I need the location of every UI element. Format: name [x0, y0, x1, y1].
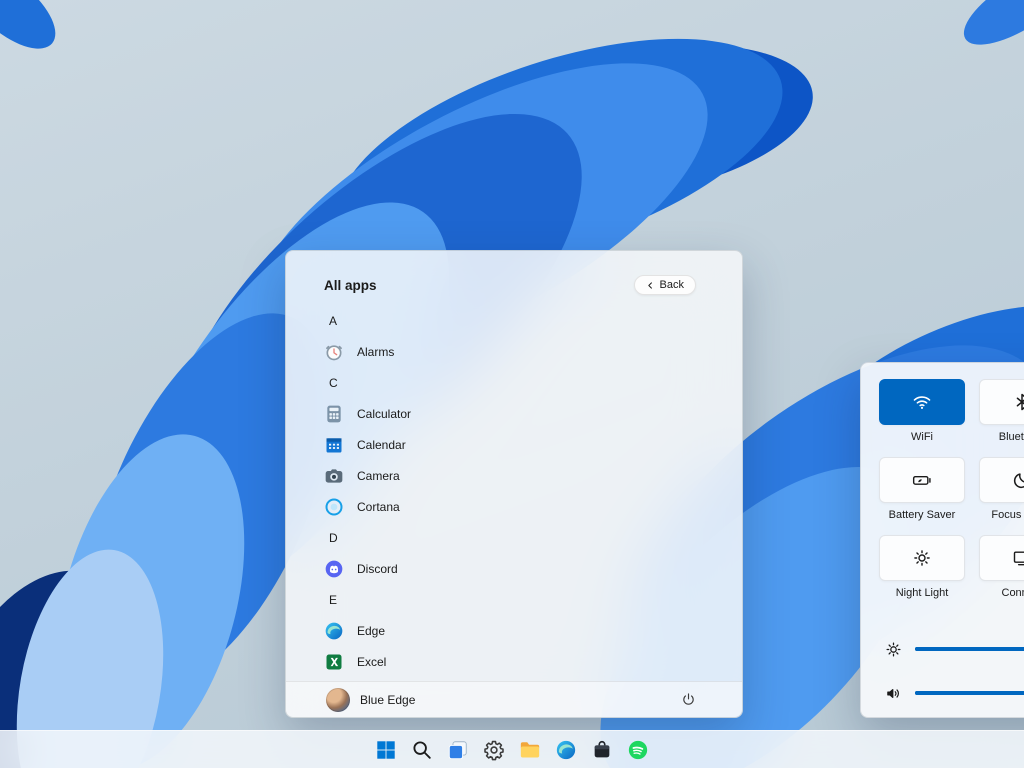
discord-icon — [324, 559, 344, 579]
app-label: Calculator — [357, 407, 411, 421]
qs-tile-focus-assist: Focus assist — [979, 457, 1024, 521]
store-button[interactable] — [589, 737, 615, 763]
qs-tile-connect: Connect — [979, 535, 1024, 599]
qs-label-night-light: Night Light — [879, 587, 965, 599]
quick-settings-sliders — [879, 635, 1024, 707]
edge-button[interactable] — [553, 737, 579, 763]
focus-assist-button[interactable] — [979, 457, 1024, 503]
qs-tile-battery-saver: Battery Saver — [879, 457, 965, 521]
app-label: Excel — [357, 655, 386, 669]
qs-label-bluetooth: Bluetooth — [979, 431, 1024, 443]
app-item-discord[interactable]: Discord — [312, 553, 716, 584]
desktop: All apps Back A Alarms C Calculator Calendar… — [0, 0, 1024, 768]
start-menu-all-apps: All apps Back A Alarms C Calculator Calendar… — [285, 250, 743, 718]
qs-label-focus-assist: Focus assist — [979, 509, 1024, 521]
qs-label-battery-saver: Battery Saver — [879, 509, 965, 521]
taskbar — [0, 730, 1024, 768]
quick-settings-panel: WiFi Bluetooth Battery Saver Focus assist Ni… — [860, 362, 1024, 718]
app-item-calculator[interactable]: Calculator — [312, 398, 716, 429]
settings-button[interactable] — [481, 737, 507, 763]
brightness-icon — [885, 641, 902, 658]
spotify-button[interactable] — [625, 737, 651, 763]
power-button[interactable] — [674, 686, 702, 714]
camera-icon — [324, 466, 344, 486]
section-letter-e[interactable]: E — [312, 584, 716, 615]
calendar-icon — [324, 435, 344, 455]
back-button[interactable]: Back — [634, 275, 696, 295]
app-item-excel[interactable]: Excel — [312, 646, 716, 677]
start-menu-footer: Blue Edge — [286, 681, 742, 717]
search-button[interactable] — [409, 737, 435, 763]
brightness-slider-fill — [915, 647, 1024, 651]
app-item-camera[interactable]: Camera — [312, 460, 716, 491]
brightness-slider[interactable] — [915, 647, 1024, 651]
night-light-button[interactable] — [879, 535, 965, 581]
wifi-button[interactable] — [879, 379, 965, 425]
start-menu-header: All apps Back — [286, 251, 742, 299]
volume-slider[interactable] — [915, 691, 1024, 695]
app-label: Alarms — [357, 345, 394, 359]
user-name: Blue Edge — [360, 693, 415, 707]
quick-settings-grid: WiFi Bluetooth Battery Saver Focus assist Ni… — [879, 379, 1024, 599]
start-button[interactable] — [373, 737, 399, 763]
app-item-alarms[interactable]: Alarms — [312, 336, 716, 367]
qs-tile-night-light: Night Light — [879, 535, 965, 599]
user-profile[interactable]: Blue Edge — [326, 688, 415, 712]
qs-tile-wifi: WiFi — [879, 379, 965, 443]
alarms-icon — [324, 342, 344, 362]
edge-icon — [324, 621, 344, 641]
cortana-icon — [324, 497, 344, 517]
app-item-calendar[interactable]: Calendar — [312, 429, 716, 460]
qs-label-connect: Connect — [979, 587, 1024, 599]
volume-row — [885, 679, 1024, 707]
section-letter-a[interactable]: A — [312, 305, 716, 336]
app-item-cortana[interactable]: Cortana — [312, 491, 716, 522]
all-apps-title: All apps — [324, 278, 377, 293]
qs-tile-bluetooth: Bluetooth — [979, 379, 1024, 443]
app-item-edge[interactable]: Edge — [312, 615, 716, 646]
excel-icon — [324, 652, 344, 672]
volume-slider-fill — [915, 691, 1024, 695]
app-label: Discord — [357, 562, 398, 576]
file-explorer-button[interactable] — [517, 737, 543, 763]
task-view-button[interactable] — [445, 737, 471, 763]
calculator-icon — [324, 404, 344, 424]
section-letter-c[interactable]: C — [312, 367, 716, 398]
app-label: Edge — [357, 624, 385, 638]
bluetooth-button[interactable] — [979, 379, 1024, 425]
section-letter-d[interactable]: D — [312, 522, 716, 553]
all-apps-list: A Alarms C Calculator Calendar Camera Cortana D… — [286, 299, 742, 681]
app-label: Calendar — [357, 438, 406, 452]
volume-icon — [885, 685, 902, 702]
chevron-left-icon — [646, 281, 655, 290]
brightness-row — [885, 635, 1024, 663]
battery-saver-button[interactable] — [879, 457, 965, 503]
taskbar-icons — [373, 737, 651, 763]
app-label: Camera — [357, 469, 400, 483]
connect-button[interactable] — [979, 535, 1024, 581]
user-avatar — [326, 688, 350, 712]
back-label: Back — [660, 279, 684, 291]
app-label: Cortana — [357, 500, 400, 514]
qs-label-wifi: WiFi — [879, 431, 965, 443]
